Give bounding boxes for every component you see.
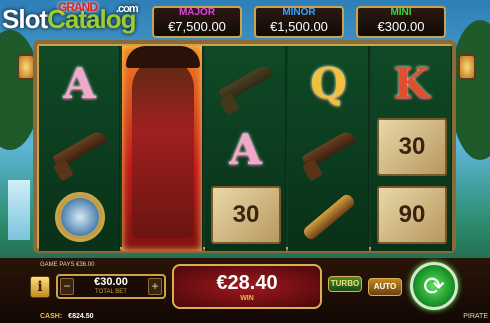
map-symbol-90: 90 — [377, 186, 447, 244]
pirate-woman-wild-icon — [132, 58, 194, 238]
reel-4: Q — [288, 46, 369, 251]
pistol-icon — [43, 116, 116, 182]
bet-increase-button[interactable]: + — [148, 278, 162, 295]
pirate-hat-icon — [126, 46, 200, 68]
jackpot-minor: MINOR €1,500.00 — [254, 6, 344, 38]
symbol-a: A — [63, 58, 96, 108]
info-button[interactable]: i — [30, 276, 50, 298]
jackpot-major: MAJOR €7,500.00 — [152, 6, 242, 38]
reel-3: A 30 — [205, 46, 286, 251]
turbo-button[interactable]: TURBO — [328, 276, 362, 292]
win-display: €28.40 WIN — [172, 264, 322, 309]
symbol-k: K — [393, 58, 430, 108]
bet-control: − €30.00 TOTAL BET + — [56, 274, 166, 299]
cash-value: €824.50 — [68, 313, 94, 320]
win-label: WIN — [240, 295, 254, 302]
symbol-q: Q — [310, 58, 347, 108]
reel-1: A — [39, 46, 120, 251]
jackpot-minor-value: €1,500.00 — [270, 19, 328, 34]
reel-frame: A A 30 Q K 30 90 — [33, 40, 456, 253]
pistol-icon — [292, 116, 365, 182]
autoplay-button[interactable]: AUTO — [368, 278, 402, 296]
grand-jackpot-label: GRAND — [58, 0, 98, 14]
jackpot-major-value: €7,500.00 — [168, 19, 226, 34]
cash-label: CASH: — [40, 313, 63, 320]
map-symbol-30: 30 — [211, 186, 281, 244]
win-amount: €28.40 — [216, 272, 278, 294]
jackpot-mini-label: MINI — [390, 7, 412, 18]
palm-tree-right — [450, 20, 490, 160]
symbol-a: A — [229, 124, 262, 174]
reel-2-wild-pirate — [122, 46, 203, 251]
watermark-logo: SlotCatalog GRAND .com — [2, 0, 139, 35]
game-name: PIRATE — [463, 313, 488, 320]
lantern-right-icon — [458, 54, 476, 80]
jackpot-mini: MINI €300.00 — [356, 6, 446, 38]
game-pays-text: GAME PAYS €36.00 — [40, 262, 95, 268]
spin-button[interactable]: ⟳ — [410, 262, 458, 310]
jackpot-minor-label: MINOR — [282, 7, 316, 18]
spin-arrows-icon: ⟳ — [423, 271, 445, 301]
compass-icon — [43, 184, 116, 250]
map-symbol-30: 30 — [377, 118, 447, 176]
jackpot-major-label: MAJOR — [178, 7, 216, 18]
pistol-icon — [209, 50, 282, 116]
reel-5: K 30 90 — [371, 46, 452, 251]
logo-text-com: .com — [116, 3, 139, 15]
jackpot-mini-value: €300.00 — [377, 19, 425, 34]
logo-text-main: Slot — [2, 4, 48, 34]
spyglass-icon — [292, 184, 365, 250]
cash-display: CASH: €824.50 — [40, 313, 93, 320]
waterfall — [8, 180, 30, 240]
